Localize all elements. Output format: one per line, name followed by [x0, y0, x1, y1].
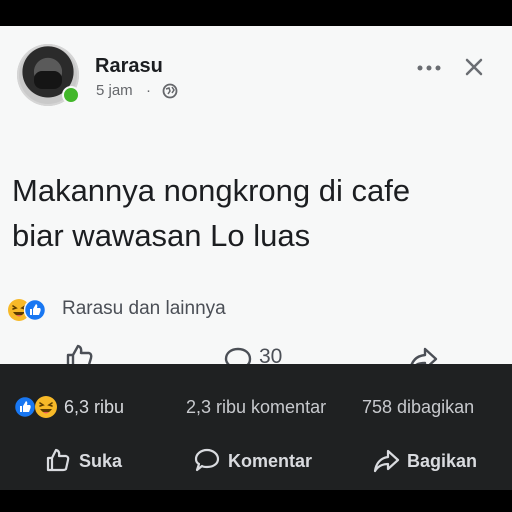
- author-name[interactable]: Rarasu: [95, 55, 163, 78]
- online-status-dot: [62, 86, 80, 104]
- post-text-line-2: biar wawasan Lo luas: [12, 218, 311, 253]
- comment-button[interactable]: Komentar: [193, 444, 333, 476]
- share-label: Bagikan: [407, 451, 478, 471]
- comments-count[interactable]: 2,3 ribu komentar: [186, 397, 326, 418]
- like-label: Suka: [79, 451, 123, 471]
- like-icon: [14, 396, 36, 418]
- like-button[interactable]: Suka: [44, 444, 144, 476]
- avatar-mask-detail: [34, 71, 62, 89]
- dark-footer: 6,3 ribu 2,3 ribu komentar 758 dibagikan…: [0, 364, 512, 490]
- globe-icon: [162, 83, 178, 99]
- avatar[interactable]: [17, 44, 80, 106]
- shares-count[interactable]: 758 dibagikan: [362, 397, 474, 418]
- footer-action-bar: Suka Komentar Bagikan: [0, 444, 512, 476]
- more-horizontal-icon[interactable]: [416, 63, 444, 73]
- comment-label: Komentar: [228, 451, 313, 471]
- comment-icon: [194, 448, 220, 472]
- post-time[interactable]: 5 jam: [96, 82, 133, 99]
- post-text-line-1: Makannya nongkrong di cafe: [12, 173, 411, 208]
- post-card: Rarasu 5 jam · Makannya nongkrong di caf…: [0, 26, 512, 373]
- meta-separator: ·: [146, 82, 151, 99]
- close-icon[interactable]: [464, 57, 484, 77]
- share-icon: [373, 449, 400, 473]
- reaction-count[interactable]: 6,3 ribu: [64, 397, 124, 418]
- share-button[interactable]: Bagikan: [372, 444, 492, 476]
- like-icon: [46, 448, 70, 472]
- haha-icon: [35, 396, 57, 418]
- post-text: Makannya nongkrong di cafe biar wawasan …: [12, 168, 502, 258]
- like-icon: [24, 299, 46, 321]
- reaction-summary[interactable]: Rarasu dan lainnya: [62, 298, 226, 320]
- engagement-stats: 6,3 ribu 2,3 ribu komentar 758 dibagikan: [0, 393, 512, 423]
